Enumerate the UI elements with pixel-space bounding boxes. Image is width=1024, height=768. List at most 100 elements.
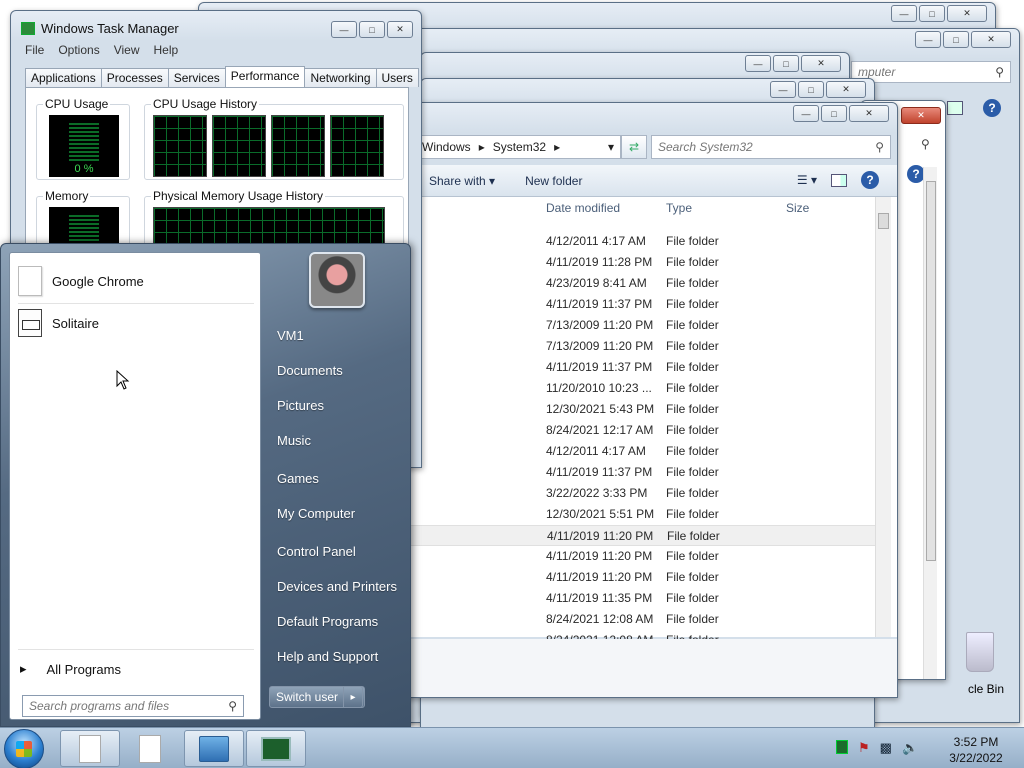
column-header-date[interactable]: Date modified [546, 201, 620, 221]
start-search-input[interactable]: Search programs and files ⚲ [22, 695, 244, 717]
table-row[interactable]: 3/22/2022 3:33 PM File folder [401, 483, 879, 504]
start-button[interactable] [4, 729, 44, 768]
table-row[interactable]: 12/30/2021 5:43 PM File folder [401, 399, 879, 420]
close-button[interactable]: ✕ [971, 31, 1011, 48]
start-item-music[interactable]: Music [277, 433, 311, 448]
vertical-scrollbar[interactable] [923, 167, 937, 679]
taskbar-button-document-1[interactable] [60, 730, 120, 767]
minimize-button[interactable]: — [793, 105, 819, 122]
table-row[interactable]: 4/23/2019 8:41 AM File folder [401, 273, 879, 294]
minimize-button[interactable]: — [915, 31, 941, 48]
table-row[interactable]: 4/11/2019 11:37 PM File folder [401, 357, 879, 378]
tab-applications[interactable]: Applications [25, 68, 102, 87]
preview-pane-icon[interactable] [831, 173, 847, 187]
pinned-program-solitaire[interactable]: Solitaire [18, 303, 254, 343]
close-button[interactable]: ✕ [826, 81, 866, 98]
close-button[interactable]: ✕ [947, 5, 987, 22]
taskbar-button-task-manager[interactable] [246, 730, 306, 767]
start-item-default-programs[interactable]: Default Programs [277, 614, 378, 629]
tab-networking[interactable]: Networking [304, 68, 377, 87]
maximize-button[interactable]: □ [943, 31, 969, 48]
table-row[interactable]: 7/13/2009 11:20 PM File folder [401, 336, 879, 357]
start-item-control-panel[interactable]: Control Panel [277, 544, 356, 559]
table-row[interactable]: 7/13/2009 11:20 PM File folder [401, 315, 879, 336]
minimize-button[interactable]: — [770, 81, 796, 98]
scroll-thumb[interactable] [878, 213, 889, 229]
start-item-vm1[interactable]: VM1 [277, 328, 304, 343]
maximize-button[interactable]: □ [821, 105, 847, 122]
start-item-pictures[interactable]: Pictures [277, 398, 324, 413]
taskbar-button-document-2[interactable] [120, 730, 180, 767]
help-icon[interactable]: ? [983, 99, 1001, 117]
maximize-button[interactable]: □ [798, 81, 824, 98]
close-button[interactable]: ✕ [901, 107, 941, 124]
taskbar-button-control-panel[interactable] [184, 730, 244, 767]
minimize-button[interactable]: — [331, 21, 357, 38]
menu-file[interactable]: File [25, 43, 44, 57]
table-row[interactable]: 11/20/2010 10:23 ... File folder [401, 378, 879, 399]
close-button[interactable]: ✕ [801, 55, 841, 72]
column-header-size[interactable]: Size [786, 201, 809, 221]
start-item-help-and-support[interactable]: Help and Support [277, 649, 378, 664]
view-options-icon[interactable]: ☰ ▾ [797, 173, 817, 187]
action-center-icon[interactable]: ⚑ [858, 740, 870, 756]
table-row[interactable]: 4/11/2019 11:37 PM File folder [401, 462, 879, 483]
dropdown-arrow-icon[interactable]: ▾ [608, 140, 614, 154]
maximize-button[interactable]: □ [919, 5, 945, 22]
task-manager-tray-icon[interactable] [836, 740, 848, 754]
search-icon[interactable]: ⚲ [921, 137, 930, 151]
vertical-scrollbar[interactable] [875, 197, 891, 637]
table-row[interactable]: 4/11/2019 11:35 PM File folder [401, 588, 879, 609]
maximize-button[interactable]: □ [359, 21, 385, 38]
shutdown-options-arrow[interactable]: ▸ [343, 686, 363, 708]
details-toggle-icon[interactable] [947, 101, 963, 115]
breadcrumb-windows[interactable]: Windows [422, 140, 471, 154]
menu-help[interactable]: Help [154, 43, 179, 57]
table-row[interactable]: 4/11/2019 11:28 PM File folder [401, 252, 879, 273]
minimize-button[interactable]: — [891, 5, 917, 22]
recycle-bin-icon[interactable] [966, 632, 994, 672]
start-item-my-computer[interactable]: My Computer [277, 506, 355, 521]
network-icon[interactable]: ▩ [880, 740, 892, 756]
minimize-button[interactable]: — [745, 55, 771, 72]
background-search-box[interactable]: mputer ⚲ [851, 61, 1011, 83]
table-row[interactable]: 4/11/2019 11:20 PM File folder [401, 546, 879, 567]
close-button[interactable]: ✕ [849, 105, 889, 122]
tab-performance[interactable]: Performance [224, 66, 306, 87]
scroll-thumb[interactable] [926, 181, 936, 561]
maximize-button[interactable]: □ [773, 55, 799, 72]
breadcrumb-system32[interactable]: System32 [493, 140, 546, 154]
tab-processes[interactable]: Processes [100, 68, 169, 87]
tab-services[interactable]: Services [167, 68, 226, 87]
recycle-bin-label[interactable]: cle Bin [968, 682, 1004, 696]
share-with-button[interactable]: Share with ▾ [429, 174, 495, 188]
table-row[interactable]: 4/11/2019 11:37 PM File folder [401, 294, 879, 315]
new-folder-button[interactable]: New folder [525, 174, 582, 188]
column-header-type[interactable]: Type [666, 201, 692, 221]
start-item-documents[interactable]: Documents [277, 363, 343, 378]
chevron-right-icon[interactable]: ▸ [479, 140, 485, 154]
menu-options[interactable]: Options [58, 43, 99, 57]
table-row[interactable]: 4/11/2019 11:20 PM File folder [401, 525, 879, 546]
start-item-devices-and-printers[interactable]: Devices and Printers [277, 579, 397, 594]
table-row[interactable]: 4/12/2011 4:17 AM File folder [401, 441, 879, 462]
clock[interactable]: 3:52 PM 3/22/2022 [946, 734, 1006, 766]
all-programs-button[interactable]: ▸ All Programs [20, 657, 256, 681]
table-row[interactable]: 4/12/2011 4:17 AM File folder [401, 231, 879, 252]
chevron-right-icon[interactable]: ▸ [554, 140, 560, 154]
refresh-button[interactable]: ⇄ [621, 135, 647, 159]
table-row[interactable]: 8/24/2021 12:08 AM File folder [401, 609, 879, 630]
tab-users[interactable]: Users [375, 68, 419, 87]
help-icon[interactable]: ? [861, 171, 879, 189]
start-item-games[interactable]: Games [277, 471, 319, 486]
search-input[interactable]: Search System32 ⚲ [651, 135, 891, 159]
volume-icon[interactable]: 🔈 [902, 740, 918, 756]
pinned-program-google-chrome[interactable]: Google Chrome [18, 261, 254, 301]
table-row[interactable]: 4/11/2019 11:20 PM File folder [401, 567, 879, 588]
close-button[interactable]: ✕ [387, 21, 413, 38]
menu-view[interactable]: View [114, 43, 140, 57]
address-bar[interactable]: Windows ▸ System32 ▸ ▾ [401, 135, 621, 159]
table-row[interactable]: 12/30/2021 5:51 PM File folder [401, 504, 879, 525]
user-avatar[interactable] [309, 252, 365, 308]
table-row[interactable]: 8/24/2021 12:17 AM File folder [401, 420, 879, 441]
